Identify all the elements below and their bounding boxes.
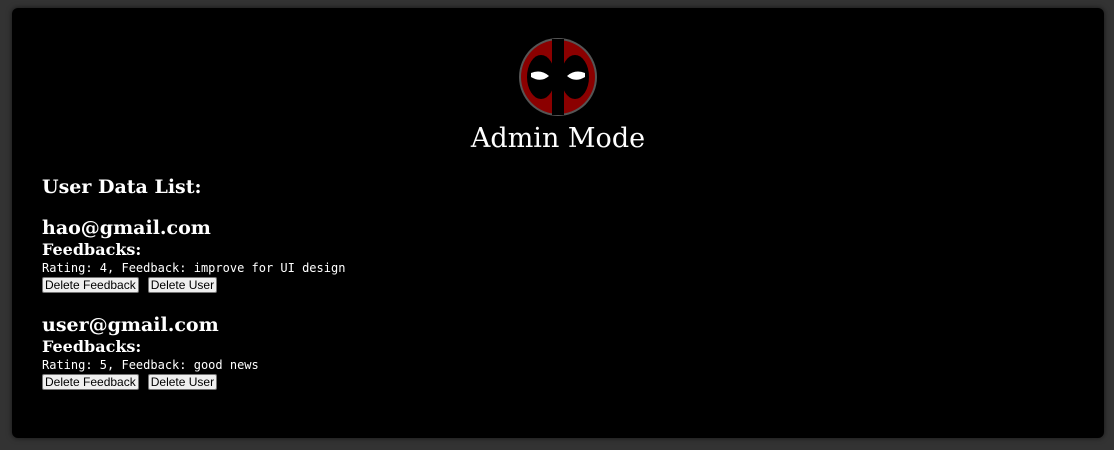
delete-feedback-button[interactable]: Delete Feedback bbox=[42, 277, 139, 293]
deadpool-mask-icon bbox=[519, 38, 597, 116]
feedbacks-heading: Feedbacks: bbox=[42, 337, 142, 356]
delete-user-button[interactable]: Delete User bbox=[147, 374, 218, 390]
user-entry: hao@gmail.com Feedbacks: Rating: 4, Feed… bbox=[42, 216, 842, 293]
admin-panel: Admin Mode User Data List: hao@gmail.com… bbox=[12, 8, 1104, 438]
user-actions: Delete Feedback Delete User bbox=[42, 374, 842, 390]
user-actions: Delete Feedback Delete User bbox=[42, 277, 842, 293]
user-data-list-heading: User Data List: bbox=[42, 176, 202, 198]
feedbacks-heading: Feedbacks: bbox=[42, 240, 142, 259]
feedback-entry: Rating: 4, Feedback: improve for UI desi… bbox=[42, 261, 346, 275]
delete-feedback-button[interactable]: Delete Feedback bbox=[42, 374, 139, 390]
feedback-entry: Rating: 5, Feedback: good news bbox=[42, 358, 259, 372]
user-email: hao@gmail.com bbox=[42, 217, 211, 239]
user-entry: user@gmail.com Feedbacks: Rating: 5, Fee… bbox=[42, 313, 842, 390]
page-title: Admin Mode bbox=[470, 123, 646, 154]
user-email: user@gmail.com bbox=[42, 314, 219, 336]
delete-user-button[interactable]: Delete User bbox=[147, 277, 218, 293]
